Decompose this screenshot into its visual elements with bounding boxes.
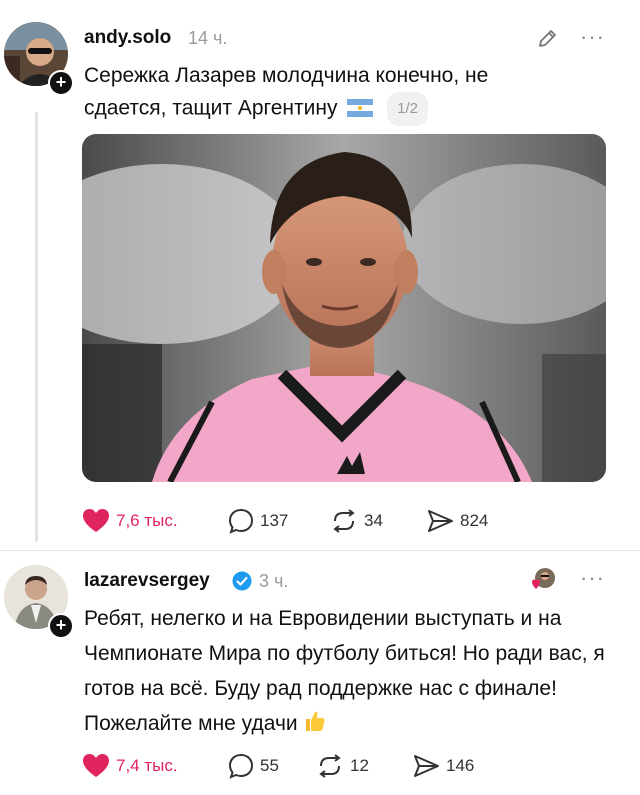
repost-icon xyxy=(319,754,341,778)
post-actions: 7,4 тыс. 55 12 146 xyxy=(82,751,622,781)
share-count: 824 xyxy=(460,511,489,530)
comment-bubble-icon xyxy=(228,753,254,779)
send-icon xyxy=(414,755,439,777)
like-count: 7,6 тыс. xyxy=(116,511,178,530)
verified-badge-icon xyxy=(232,571,252,591)
comment-count: 55 xyxy=(260,756,279,775)
username[interactable]: andy.solo xyxy=(84,27,171,49)
player-photo xyxy=(82,134,606,482)
like-button[interactable]: 7,6 тыс. xyxy=(82,506,178,536)
comment-button[interactable]: 55 xyxy=(228,751,279,781)
follow-plus-button[interactable]: + xyxy=(48,70,74,96)
comment-count: 137 xyxy=(260,511,289,530)
post-lazarevsergey: + lazarevsergey 3 ч. ··· Ребят, нелегко … xyxy=(0,551,640,795)
share-count: 146 xyxy=(446,756,475,775)
post-text: Сережка Лазарев молодчина конечно, не сд… xyxy=(84,60,564,126)
liker-avatar-icon xyxy=(532,568,555,589)
send-icon xyxy=(428,510,453,532)
repost-icon xyxy=(333,509,355,533)
username[interactable]: lazarevsergey xyxy=(84,570,210,592)
like-count: 7,4 тыс. xyxy=(116,756,178,775)
post-actions: 7,6 тыс. 137 34 824 xyxy=(82,506,622,536)
repost-button[interactable]: 12 xyxy=(316,751,369,781)
more-options-icon[interactable]: ··· xyxy=(580,565,605,591)
argentina-flag-icon xyxy=(347,98,374,117)
more-options-icon[interactable]: ··· xyxy=(580,24,605,50)
post-time: 3 ч. xyxy=(259,571,289,591)
follow-plus-button[interactable]: + xyxy=(48,613,74,639)
comment-button[interactable]: 137 xyxy=(228,506,288,536)
share-button[interactable]: 146 xyxy=(412,751,474,781)
post-text: Ребят, нелегко и на Евровидении выступат… xyxy=(84,601,624,744)
repost-count: 12 xyxy=(350,756,369,775)
thumbs-up-emoji-icon xyxy=(303,709,327,744)
comment-bubble-icon xyxy=(228,508,254,534)
share-button[interactable]: 824 xyxy=(426,506,488,536)
repost-count: 34 xyxy=(364,511,383,530)
heart-filled-icon xyxy=(83,754,109,777)
thread-line xyxy=(35,112,38,542)
post-media-image[interactable] xyxy=(82,134,606,482)
like-button[interactable]: 7,4 тыс. xyxy=(82,751,178,781)
edit-pencil-icon[interactable] xyxy=(536,28,558,50)
post-andy-solo: + andy.solo 14 ч. ··· Сережка Лазарев мо… xyxy=(0,0,640,550)
author-liked-indicator xyxy=(530,567,556,593)
repost-button[interactable]: 34 xyxy=(330,506,383,536)
media-pager: 1/2 xyxy=(387,92,429,126)
heart-filled-icon xyxy=(83,509,109,532)
post-text-content: Ребят, нелегко и на Евровидении выступат… xyxy=(84,607,605,735)
post-time: 14 ч. xyxy=(188,28,228,48)
